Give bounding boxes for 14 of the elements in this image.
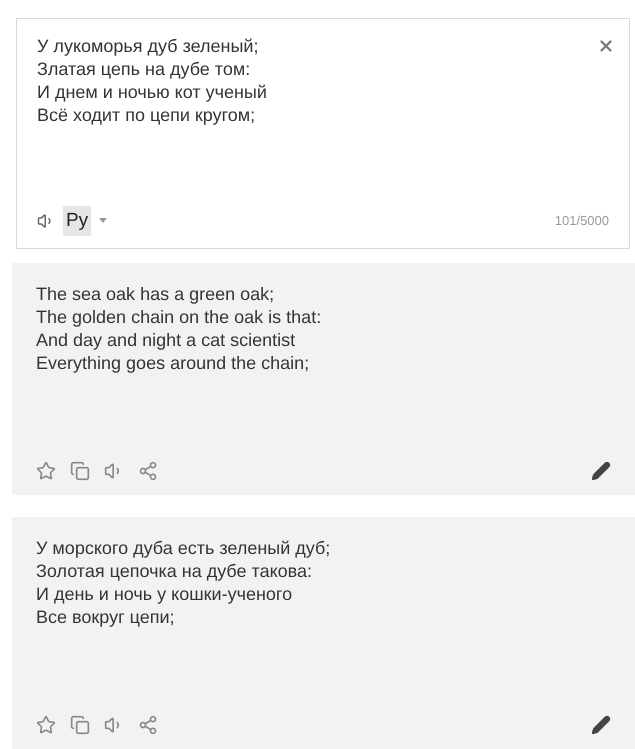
share-icon[interactable] — [138, 715, 158, 735]
copy-icon[interactable] — [70, 460, 90, 481]
caret-icon[interactable] — [99, 218, 108, 224]
share-icon[interactable] — [138, 460, 158, 481]
pencil-icon[interactable] — [591, 460, 611, 481]
language-button[interactable]: Ру — [63, 206, 92, 236]
copy-icon[interactable] — [70, 715, 90, 735]
translation-text: У морского дуба есть зеленый дуб; Золотая цепочка на дубе такова: И день и ночь у кошки-ученого Все вокруг цепи; — [36, 536, 332, 629]
star-icon[interactable] — [36, 715, 56, 735]
translation-text: The sea oak has a green oak; The golden chain on the oak is that: And day and night a cat scientist Everything goes around the chain; — [36, 282, 322, 375]
source-text[interactable]: У лукоморья дуб зеленый; Златая цепь на дубе том: И днем и ночью кот ученый Всё ходит по цепи кругом; — [37, 35, 609, 127]
character-counter: 101/5000 — [554, 212, 609, 230]
pencil-icon[interactable] — [591, 715, 611, 735]
star-icon[interactable] — [36, 460, 56, 481]
